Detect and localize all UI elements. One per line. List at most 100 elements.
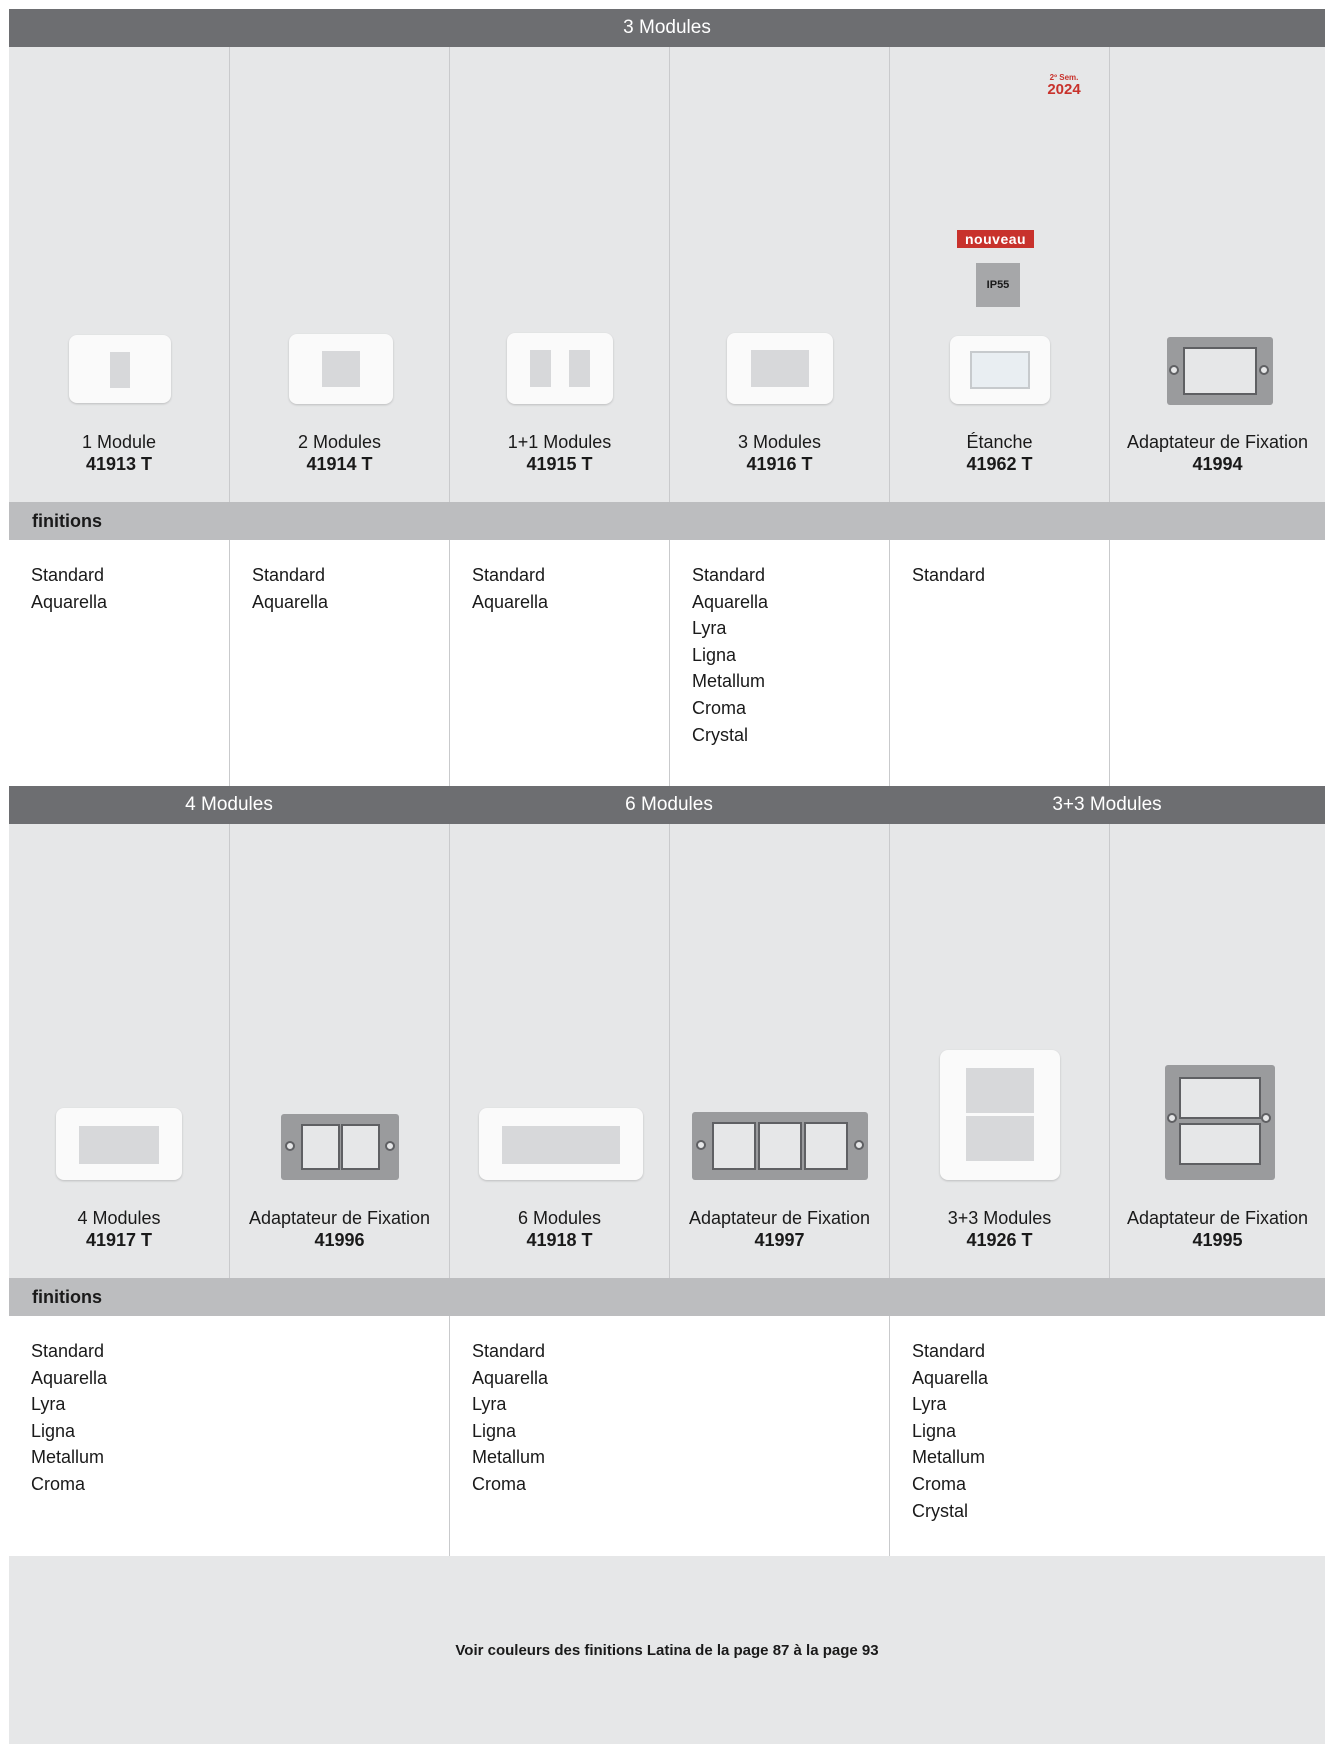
product-card: 1 Module 41913 T: [9, 47, 229, 502]
product-name: Adaptateur de Fixation: [1126, 1208, 1309, 1228]
plate-1-module-image: [69, 335, 171, 403]
finish-item: Standard: [31, 565, 105, 585]
finish-item: Crystal: [912, 1500, 969, 1521]
product-card: 6 Modules 41918 T: [449, 824, 669, 1278]
group-title: 6 Modules: [625, 794, 713, 815]
finish-item: Croma: [912, 1473, 967, 1494]
product-card: 2 Modules 41914 T: [229, 47, 449, 502]
plate-4-modules-image: [56, 1108, 182, 1180]
plate-3-3-modules-image: [940, 1050, 1060, 1180]
finishes-bar: finitions: [9, 1278, 1325, 1316]
product-name: 3+3 Modules: [947, 1208, 1052, 1228]
finishes-list: Standard Aquarella Lyra Ligna Metallum C…: [449, 1316, 889, 1556]
product-name: 1 Module: [81, 432, 157, 452]
product-code: 41915 T: [526, 454, 593, 474]
product-code: 41917 T: [85, 1230, 153, 1250]
product-row-1: 1 Module 41913 T 2 Modules 41914 T 1+1 M…: [9, 47, 1325, 502]
finish-item: Aquarella: [472, 1367, 549, 1388]
product-name: Étanche: [966, 432, 1033, 452]
product-code: 41997: [754, 1230, 805, 1250]
finish-item: Lyra: [692, 618, 727, 639]
product-code: 41996: [314, 1230, 365, 1250]
finish-item: Standard: [252, 565, 326, 585]
product-name: 2 Modules: [297, 432, 382, 452]
finishes-bar: finitions: [9, 502, 1325, 540]
finish-item: Aquarella: [692, 591, 769, 612]
group-title: 3+3 Modules: [1052, 794, 1162, 815]
finish-item: Croma: [472, 1473, 527, 1494]
finishes-row-1: Standard Aquarella Standard Aquarella St…: [9, 540, 1325, 786]
product-card: 3+3 Modules 41926 T: [889, 824, 1109, 1278]
finish-item: Lyra: [472, 1394, 507, 1415]
plate-2-modules-image: [289, 334, 393, 404]
product-name: 4 Modules: [77, 1208, 161, 1228]
plate-3-modules-image: [727, 333, 833, 404]
finishes-row-2: Standard Aquarella Lyra Ligna Metallum C…: [9, 1316, 1325, 1556]
adapter-frame-image: [692, 1112, 868, 1180]
product-card: 2º Sem. 2024 nouveau IP55 Étanche 41962 …: [889, 47, 1109, 502]
finish-item: Aquarella: [472, 591, 549, 612]
finish-item: Lyra: [912, 1394, 947, 1415]
product-code: 41916 T: [746, 454, 813, 474]
product-name: Adaptateur de Fixation: [1126, 432, 1309, 452]
product-name: Adaptateur de Fixation: [688, 1208, 871, 1228]
product-card: 1+1 Modules 41915 T: [449, 47, 669, 502]
product-code: 41995: [1192, 1230, 1243, 1250]
finish-item: Standard: [692, 565, 766, 585]
adapter-frame-image: [281, 1114, 399, 1180]
finish-item: Ligna: [31, 1420, 76, 1441]
finish-item: Croma: [692, 697, 747, 718]
finish-item: Ligna: [472, 1420, 517, 1441]
finish-item: Croma: [31, 1473, 86, 1494]
finish-item: Aquarella: [31, 1367, 108, 1388]
finish-item: Aquarella: [252, 591, 329, 612]
product-card: Adaptateur de Fixation 41995: [1109, 824, 1325, 1278]
finish-item: Metallum: [912, 1447, 986, 1468]
product-name: 1+1 Modules: [507, 432, 612, 452]
footer-note: Voir couleurs des finitions Latina de la…: [455, 1641, 879, 1659]
finish-item: Aquarella: [31, 591, 108, 612]
new-badge: nouveau: [957, 230, 1035, 248]
plate-1-1-modules-image: [507, 333, 613, 404]
product-name: Adaptateur de Fixation: [248, 1208, 431, 1228]
product-card: Adaptateur de Fixation 41994: [1109, 47, 1325, 502]
product-card: Adaptateur de Fixation 41996: [229, 824, 449, 1278]
product-card: 4 Modules 41917 T: [9, 824, 229, 1278]
footer-panel: Voir couleurs des finitions Latina de la…: [9, 1556, 1325, 1744]
finish-item: Metallum: [472, 1447, 546, 1468]
product-name: 6 Modules: [517, 1208, 602, 1228]
product-name: 3 Modules: [737, 432, 822, 452]
finishes-list: Standard Aquarella Lyra Ligna Metallum C…: [9, 1316, 449, 1556]
group-header-row-2: 4 Modules 6 Modules 3+3 Modules: [9, 786, 1325, 824]
product-code: 41918 T: [526, 1230, 593, 1250]
product-code: 41962 T: [966, 454, 1033, 474]
finishes-list: Standard Aquarella Lyra Ligna Metallum C…: [669, 540, 889, 786]
finish-item: Standard: [472, 565, 546, 585]
product-code: 41994: [1192, 454, 1243, 474]
plate-6-modules-image: [479, 1108, 643, 1180]
finish-item: Standard: [912, 565, 986, 585]
finish-item: Aquarella: [912, 1367, 989, 1388]
plate-etanche-image: [950, 336, 1050, 404]
ip55-badge: IP55: [976, 263, 1020, 307]
finish-item: Standard: [912, 1341, 986, 1361]
finish-item: Lyra: [31, 1394, 66, 1415]
finish-item: Metallum: [31, 1447, 105, 1468]
product-card: 3 Modules 41916 T: [669, 47, 889, 502]
finishes-list: Standard Aquarella: [449, 540, 669, 786]
product-card: Adaptateur de Fixation 41997: [669, 824, 889, 1278]
catalog-page: 3 Modules 1 Module 41913 T 2 Modules 419…: [9, 0, 1325, 1744]
semester-badge: 2º Sem. 2024: [1047, 73, 1081, 98]
finish-item: Standard: [31, 1341, 105, 1361]
finishes-list: Standard Aquarella Lyra Ligna Metallum C…: [889, 1316, 1325, 1556]
adapter-frame-image: [1167, 337, 1273, 405]
product-code: 41914 T: [306, 454, 373, 474]
finish-item: Metallum: [692, 671, 766, 692]
group-title: 4 Modules: [185, 794, 273, 815]
product-code: 41913 T: [85, 454, 153, 474]
finishes-list: Standard: [889, 540, 1109, 786]
finish-item: Standard: [472, 1341, 546, 1361]
finish-item: Crystal: [692, 724, 749, 745]
product-row-2: 4 Modules 41917 T Adaptateur de Fixation…: [9, 824, 1325, 1278]
finish-item: Ligna: [912, 1420, 957, 1441]
